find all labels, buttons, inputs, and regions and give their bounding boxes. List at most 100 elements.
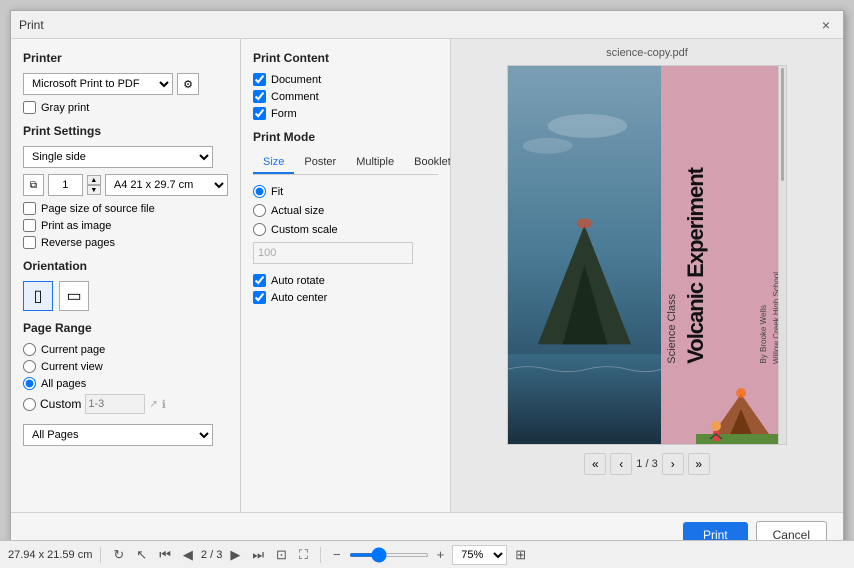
custom-info-icon: ℹ xyxy=(162,398,166,411)
preview-filename: science-copy.pdf xyxy=(606,47,688,59)
current-page-label: Current page xyxy=(41,344,105,356)
fit-label: Fit xyxy=(271,186,283,198)
landscape-svg xyxy=(508,66,661,444)
zoom-select[interactable]: 75% 50% 100% 125% 150% xyxy=(452,545,507,565)
prev-page-button[interactable]: ‹ xyxy=(610,453,632,475)
copies-icon-button[interactable]: ⧉ xyxy=(23,174,44,196)
auto-rotate-checkbox[interactable] xyxy=(253,274,266,287)
copies-row: ⧉ ▲ ▼ A4 21 x 29.7 cm xyxy=(23,174,228,196)
next-page-button[interactable]: › xyxy=(662,453,684,475)
toolbar-prev-button[interactable]: ◀ xyxy=(179,545,197,565)
print-as-image-checkbox[interactable] xyxy=(23,219,36,232)
custom-help-icon: ↗ xyxy=(149,399,157,410)
decorative-art xyxy=(696,374,786,444)
toolbar-page-display: 2 / 3 xyxy=(201,549,222,561)
settings-icon: ⚙ xyxy=(183,78,193,91)
cover-left xyxy=(508,66,661,444)
custom-scale-option: Custom scale xyxy=(253,223,438,236)
toolbar-next-button[interactable]: ▶ xyxy=(226,545,244,565)
page-size-source-label: Page size of source file xyxy=(41,203,155,215)
landscape-button[interactable]: ▭ xyxy=(59,281,89,311)
current-page-radio[interactable] xyxy=(23,343,36,356)
auto-center-label: Auto center xyxy=(271,292,327,304)
first-page-button[interactable]: « xyxy=(584,453,606,475)
landscape-icon: ▭ xyxy=(66,286,81,306)
all-pages-row: All pages xyxy=(23,377,228,390)
current-view-label: Current view xyxy=(41,361,103,373)
toolbar-fit-button[interactable]: ⊡ xyxy=(272,545,291,565)
print-mode-section: Print Mode Size Poster Multiple Booklet … xyxy=(253,130,438,304)
toolbar-grid-button[interactable]: ⊞ xyxy=(511,545,530,565)
print-as-image-row: Print as image xyxy=(23,219,228,232)
current-view-radio[interactable] xyxy=(23,360,36,373)
preview-image: ≡ xyxy=(507,65,787,445)
paper-size-select[interactable]: A4 21 x 29.7 cm xyxy=(105,174,228,196)
custom-range-input[interactable] xyxy=(85,394,145,414)
copies-up-button[interactable]: ▲ xyxy=(87,175,101,185)
all-pages-label: All pages xyxy=(41,378,86,390)
all-pages-radio[interactable] xyxy=(23,377,36,390)
page-size-source-checkbox[interactable] xyxy=(23,202,36,215)
toolbar-rotate-button[interactable]: ↻ xyxy=(109,545,128,565)
single-side-select[interactable]: Single side xyxy=(23,146,213,168)
toolbar-fullscreen-button[interactable]: ⛶ xyxy=(295,545,312,565)
tab-booklet[interactable]: Booklet xyxy=(404,152,451,174)
copies-icon: ⧉ xyxy=(30,180,37,191)
reverse-pages-label: Reverse pages xyxy=(41,237,115,249)
page-dimensions: 27.94 x 21.59 cm xyxy=(8,549,92,561)
last-page-button[interactable]: » xyxy=(688,453,710,475)
copies-down-button[interactable]: ▼ xyxy=(87,185,101,195)
auto-center-checkbox[interactable] xyxy=(253,291,266,304)
cover-right: Science Class Volcanic Experiment Willow… xyxy=(661,66,786,444)
toolbar-separator-1 xyxy=(100,547,101,563)
custom-label: Custom xyxy=(40,397,81,411)
zoom-out-button[interactable]: − xyxy=(329,545,345,564)
title-bar: Print × xyxy=(11,11,843,39)
comment-checkbox[interactable] xyxy=(253,90,266,103)
toolbar-first-button[interactable]: ⏮ xyxy=(155,545,175,565)
tab-size[interactable]: Size xyxy=(253,152,294,174)
tab-multiple[interactable]: Multiple xyxy=(346,152,404,174)
auto-rotate-row: Auto rotate xyxy=(253,274,438,287)
current-page-row: Current page xyxy=(23,343,228,356)
fit-option: Fit xyxy=(253,185,438,198)
comment-label: Comment xyxy=(271,91,319,103)
close-button[interactable]: × xyxy=(817,16,835,34)
comment-row: Comment xyxy=(253,90,438,103)
printer-select[interactable]: Microsoft Print to PDF xyxy=(23,73,173,95)
all-pages-select[interactable]: All Pages Odd pages only Even pages only xyxy=(23,424,213,446)
preview-scrollbar xyxy=(778,66,786,444)
printer-settings-button[interactable]: ⚙ xyxy=(177,73,199,95)
custom-radio[interactable] xyxy=(23,398,36,411)
reverse-pages-checkbox[interactable] xyxy=(23,236,36,249)
gray-print-row: Gray print xyxy=(23,101,228,114)
custom-scale-label: Custom scale xyxy=(271,224,338,236)
copies-input[interactable] xyxy=(48,174,83,196)
tab-poster[interactable]: Poster xyxy=(294,152,346,174)
copies-spinner: ▲ ▼ xyxy=(87,175,101,195)
print-content-section: Print Content Document Comment Form xyxy=(253,51,438,120)
book-cover: Science Class Volcanic Experiment Willow… xyxy=(508,66,786,444)
zoom-slider[interactable] xyxy=(349,553,429,557)
document-row: Document xyxy=(253,73,438,86)
actual-size-radio[interactable] xyxy=(253,204,266,217)
gray-print-checkbox[interactable] xyxy=(23,101,36,114)
fit-radio[interactable] xyxy=(253,185,266,198)
dialog-title: Print xyxy=(19,18,44,32)
custom-row: Custom ↗ ℹ xyxy=(23,394,228,414)
custom-scale-radio[interactable] xyxy=(253,223,266,236)
scale-input[interactable] xyxy=(253,242,413,264)
portrait-button[interactable]: ▯ xyxy=(23,281,53,311)
form-row: Form xyxy=(253,107,438,120)
print-settings-section: Print Settings Single side ⧉ ▲ ▼ xyxy=(23,124,228,249)
middle-panel: Print Content Document Comment Form Prin… xyxy=(241,39,451,512)
toolbar-last-button[interactable]: ⏭ xyxy=(248,545,268,565)
auto-rotate-label: Auto rotate xyxy=(271,275,325,287)
zoom-in-button[interactable]: + xyxy=(433,545,449,564)
print-as-image-label: Print as image xyxy=(41,220,111,232)
preview-panel: science-copy.pdf ≡ xyxy=(451,39,843,512)
toolbar-cursor-button[interactable]: ↖ xyxy=(132,545,151,565)
document-checkbox[interactable] xyxy=(253,73,266,86)
main-content: Printer Microsoft Print to PDF ⚙ Gray pr… xyxy=(11,39,843,512)
form-checkbox[interactable] xyxy=(253,107,266,120)
